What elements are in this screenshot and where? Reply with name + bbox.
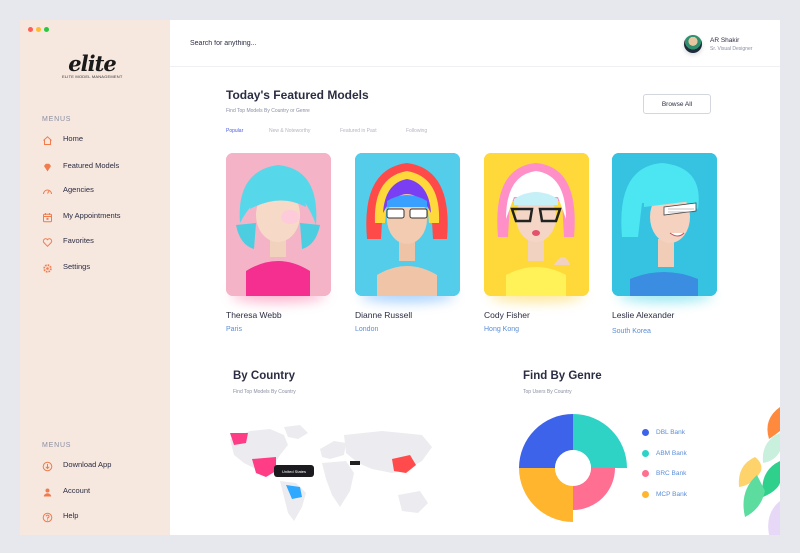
menu-heading: MENUS xyxy=(42,116,72,123)
logo-tagline: ELITE MODEL MANAGEMENT xyxy=(62,74,123,79)
tab-new-noteworthy[interactable]: New & Noteworthy xyxy=(269,128,315,134)
map-tooltip-label: United States xyxy=(282,469,306,474)
sidebar-item-favorites[interactable]: Favorites xyxy=(42,237,123,248)
model-city: Hong Kong xyxy=(484,326,520,333)
tab-popular[interactable]: Popular xyxy=(226,128,243,134)
sidebar-item-label: Home xyxy=(63,134,84,143)
map-usa[interactable] xyxy=(252,457,276,477)
model-city: South Korea xyxy=(612,328,651,335)
sidebar-item-label: Agencies xyxy=(63,185,94,194)
legend-item-mcp[interactable]: MCP Bank xyxy=(642,491,687,498)
sidebar-item-label: My Appointments xyxy=(63,211,121,220)
sidebar-item-label: Download App xyxy=(63,460,112,469)
sidebar-item-featured-models[interactable]: Featured Models xyxy=(42,162,123,173)
sidebar-item-home[interactable]: Home xyxy=(42,135,123,146)
user-info: AR Shakir Sr. Visual Designer xyxy=(710,37,752,52)
legend-label: MCP Bank xyxy=(656,491,687,498)
map-highlight-country[interactable] xyxy=(350,461,360,465)
close-window-button[interactable] xyxy=(28,27,33,32)
speedometer-icon xyxy=(42,186,53,197)
legend-item-brc[interactable]: BRC Bank xyxy=(642,470,686,477)
download-icon xyxy=(42,461,53,472)
section-subtitle-by-genre: Top Users By Country xyxy=(523,389,572,395)
home-icon xyxy=(42,135,53,146)
menu-heading-secondary: MENUS xyxy=(42,442,72,449)
user-profile[interactable]: AR Shakir Sr. Visual Designer xyxy=(684,35,752,53)
model-name[interactable]: Dianne Russell xyxy=(355,311,435,320)
sidebar-item-label: Favorites xyxy=(63,236,94,245)
section-subtitle-featured: Find Top Models By Country or Genre xyxy=(226,108,310,114)
model-name[interactable]: Leslie Alexander xyxy=(612,311,692,320)
model-card-theresa-webb[interactable] xyxy=(226,153,331,296)
legend-label: ABM Bank xyxy=(656,450,687,457)
user-role: Sr. Visual Designer xyxy=(710,45,753,52)
model-city: London xyxy=(355,326,379,333)
minimize-window-button[interactable] xyxy=(36,27,41,32)
brand-logo[interactable]: elite ELITE MODEL MANAGEMENT xyxy=(62,51,123,79)
model-photo xyxy=(484,153,589,296)
window-controls xyxy=(28,27,49,32)
sidebar-item-help[interactable]: Help xyxy=(42,512,123,523)
sidebar-item-account[interactable]: Account xyxy=(42,487,123,498)
legend-label: BRC Bank xyxy=(656,470,687,477)
sidebar-item-my-appointments[interactable]: My Appointments xyxy=(42,212,123,223)
model-photo xyxy=(612,153,717,296)
tab-following[interactable]: Following xyxy=(406,128,427,134)
legend-item-abm[interactable]: ABM Bank xyxy=(642,450,687,457)
model-city: Paris xyxy=(226,326,242,333)
model-card-cody-fisher[interactable] xyxy=(484,153,589,296)
sidebar-item-label: Account xyxy=(63,486,91,495)
section-title-by-country: By Country xyxy=(233,370,295,382)
user-icon xyxy=(42,487,53,498)
gear-icon xyxy=(42,263,53,274)
sidebar-item-label: Help xyxy=(63,511,79,520)
legend-dot xyxy=(642,450,649,457)
sidebar-item-agencies[interactable]: Agencies xyxy=(42,186,123,197)
model-photo xyxy=(226,153,331,296)
calendar-icon xyxy=(42,212,53,223)
search-input[interactable] xyxy=(190,40,390,47)
legend-item-dbl[interactable]: DBL Bank xyxy=(642,429,685,436)
sidebar-item-download-app[interactable]: Download App xyxy=(42,461,123,472)
model-photo xyxy=(355,153,460,296)
tab-featured-in-past[interactable]: Featured in Past xyxy=(340,128,377,134)
heart-icon xyxy=(42,237,53,248)
app-window: elite ELITE MODEL MANAGEMENT MENUS Home … xyxy=(20,20,780,535)
model-card-leslie-alexander[interactable] xyxy=(612,153,717,296)
model-card-dianne-russell[interactable] xyxy=(355,153,460,296)
sidebar-item-label: Featured Models xyxy=(63,161,120,170)
legend-dot xyxy=(642,470,649,477)
world-map[interactable]: United States xyxy=(222,425,440,525)
section-subtitle-by-country: Find Top Models By Country xyxy=(233,389,296,395)
sidebar-item-label: Settings xyxy=(63,262,91,271)
sidebar-item-settings[interactable]: Settings xyxy=(42,263,123,274)
sidebar: elite ELITE MODEL MANAGEMENT MENUS Home … xyxy=(20,20,170,535)
header-divider xyxy=(170,66,780,67)
diamond-icon xyxy=(42,162,53,173)
decorative-leaves xyxy=(738,407,780,535)
genre-donut-chart[interactable] xyxy=(515,410,631,526)
section-title-featured: Today's Featured Models xyxy=(226,88,369,102)
legend-dot xyxy=(642,429,649,436)
model-name[interactable]: Theresa Webb xyxy=(226,311,306,320)
maximize-window-button[interactable] xyxy=(44,27,49,32)
section-title-by-genre: Find By Genre xyxy=(523,370,602,382)
avatar[interactable] xyxy=(684,35,702,53)
legend-dot xyxy=(642,491,649,498)
logo-wordmark: elite xyxy=(68,51,116,76)
legend-label: DBL Bank xyxy=(656,429,686,436)
browse-all-button[interactable]: Browse All xyxy=(643,94,711,114)
user-name: AR Shakir xyxy=(710,36,740,44)
help-icon xyxy=(42,512,53,523)
model-name[interactable]: Cody Fisher xyxy=(484,311,564,320)
